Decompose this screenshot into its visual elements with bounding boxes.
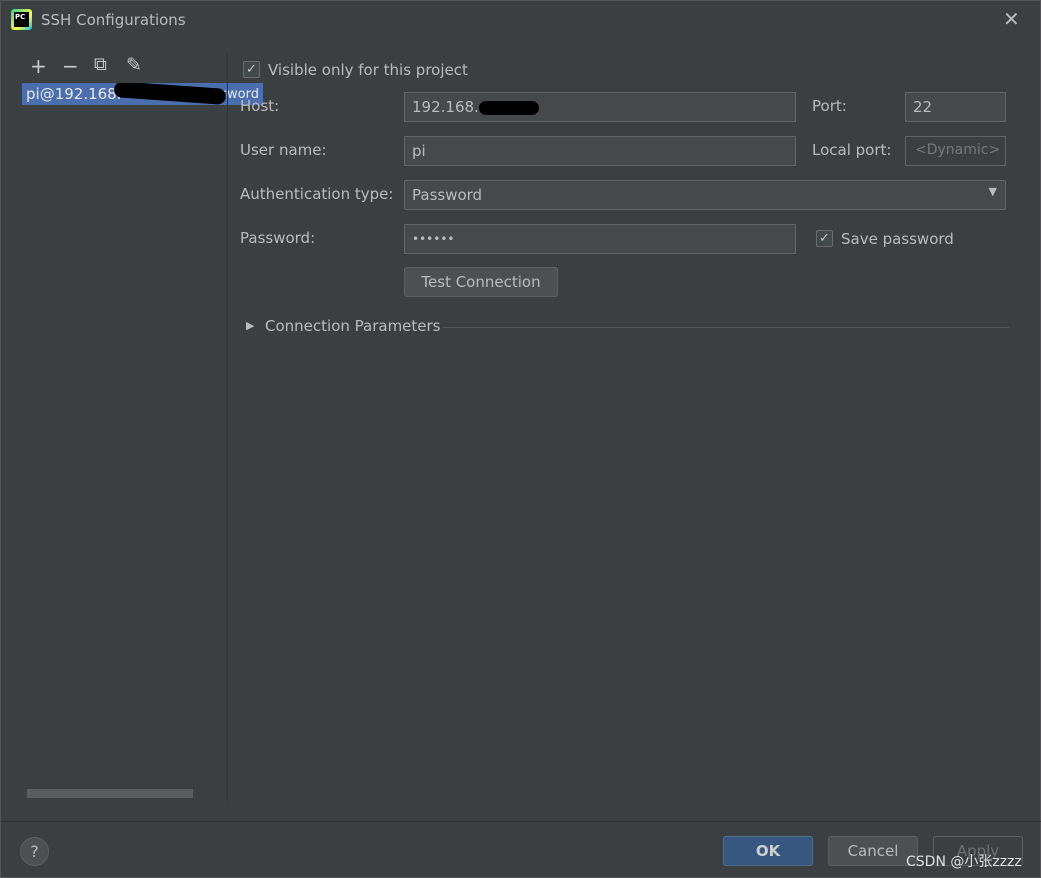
auth-type-select[interactable]: Password ▼ (404, 180, 1006, 210)
add-icon[interactable]: + (30, 54, 47, 78)
close-icon[interactable]: ✕ (1003, 7, 1020, 31)
visible-only-label: Visible only for this project (268, 61, 468, 79)
watermark: CSDN @小张zzzz (906, 854, 1022, 870)
pycharm-logo-icon: PC (11, 9, 32, 30)
edit-icon[interactable]: ✎ (126, 54, 142, 76)
help-button[interactable]: ? (20, 837, 49, 866)
chevron-down-icon: ▼ (988, 185, 997, 198)
splitter[interactable] (227, 53, 228, 801)
expand-triangle-icon[interactable]: ▶ (246, 319, 254, 332)
auth-type-label: Authentication type: (240, 185, 394, 203)
port-input[interactable]: 22 (905, 92, 1006, 122)
footer-divider (1, 821, 1041, 822)
section-divider (443, 327, 1009, 328)
remove-icon[interactable]: − (62, 54, 79, 78)
password-input[interactable]: •••••• (404, 224, 796, 254)
redaction-mark (478, 100, 539, 115)
local-port-label: Local port: (812, 141, 892, 159)
port-label: Port: (812, 97, 847, 115)
host-input[interactable]: 192.168. (404, 92, 796, 122)
save-password-checkbox[interactable]: ✓ (816, 230, 833, 247)
window-title: SSH Configurations (41, 11, 186, 29)
user-name-label: User name: (240, 141, 327, 159)
cancel-button[interactable]: Cancel (828, 836, 918, 866)
test-connection-button[interactable]: Test Connection (404, 267, 558, 297)
copy-icon[interactable]: ⧉ (94, 54, 107, 75)
local-port-input[interactable]: <Dynamic> (905, 136, 1006, 166)
user-name-input[interactable]: pi (404, 136, 796, 166)
horizontal-scrollbar[interactable] (27, 789, 193, 798)
host-label: Host: (240, 97, 280, 115)
password-label: Password: (240, 229, 316, 247)
title-bar: PC SSH Configurations ✕ (1, 1, 1041, 41)
ok-button[interactable]: OK (723, 836, 813, 866)
save-password-label: Save password (841, 230, 954, 248)
connection-parameters-toggle[interactable]: Connection Parameters (265, 317, 441, 335)
visible-only-checkbox[interactable]: ✓ (243, 61, 260, 78)
